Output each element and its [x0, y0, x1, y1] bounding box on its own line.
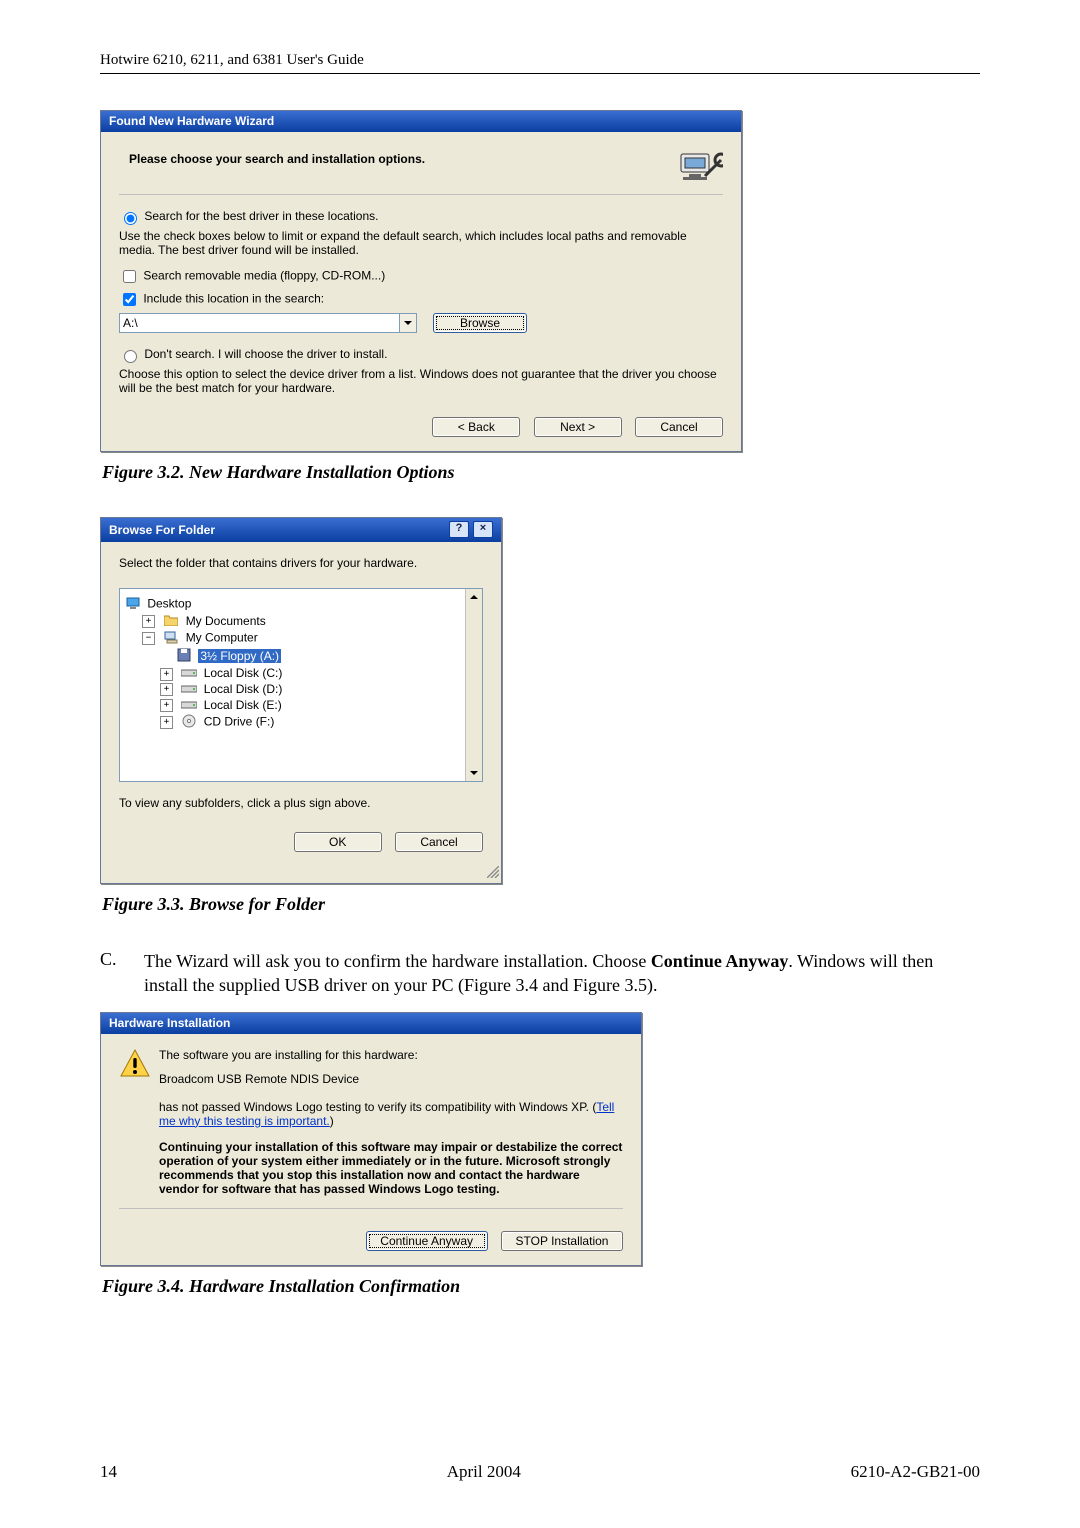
wizard-title: Found New Hardware Wizard [109, 114, 274, 128]
tree-node-mycomputer[interactable]: − My Computer [124, 630, 478, 647]
ok-button[interactable]: OK [294, 832, 382, 852]
bff-titlebar: Browse For Folder ? × [101, 518, 501, 542]
bff-title: Browse For Folder [109, 523, 215, 537]
chevron-down-icon[interactable] [399, 313, 417, 333]
step-text: The Wizard will ask you to confirm the h… [144, 951, 651, 971]
tree-node-cd[interactable]: + CD Drive (F:) [124, 714, 478, 731]
expand-icon[interactable]: + [142, 615, 155, 628]
continue-anyway-button[interactable]: Continue Anyway [366, 1231, 488, 1251]
step-c: C. The Wizard will ask you to confirm th… [100, 949, 980, 998]
hardware-installation-dialog: Hardware Installation The software you a… [100, 1012, 642, 1266]
tree-label-selected: 3½ Floppy (A:) [198, 649, 281, 663]
checkbox-search-removable-label: Search removable media (floppy, CD-ROM..… [143, 269, 385, 283]
location-combo[interactable] [119, 313, 417, 333]
browse-button[interactable]: Browse [433, 313, 527, 333]
radio-search-locations[interactable] [124, 212, 137, 225]
page-date: April 2004 [447, 1462, 521, 1482]
folder-icon [162, 614, 180, 629]
cancel-button[interactable]: Cancel [635, 417, 723, 437]
bff-hint: To view any subfolders, click a plus sig… [119, 796, 483, 810]
back-button[interactable]: < Back [432, 417, 520, 437]
drive-icon [180, 667, 198, 681]
tree-node-c[interactable]: + Local Disk (C:) [124, 666, 478, 681]
next-button[interactable]: Next > [534, 417, 622, 437]
radio-dont-search[interactable] [124, 350, 137, 363]
drive-icon [180, 683, 198, 697]
folder-tree[interactable]: Desktop + My Documents − M [119, 588, 483, 782]
figure-3-4-caption: Figure 3.4. Hardware Installation Confir… [102, 1276, 980, 1297]
scroll-up-icon[interactable] [466, 589, 482, 605]
tree-label: Desktop [147, 597, 191, 611]
hardware-icon [675, 146, 723, 194]
wizard-titlebar: Found New Hardware Wizard [101, 111, 741, 132]
hwi-titlebar: Hardware Installation [101, 1013, 641, 1034]
resize-grip-icon[interactable] [487, 867, 499, 881]
tree-node-e[interactable]: + Local Disk (E:) [124, 698, 478, 713]
bff-prompt: Select the folder that contains drivers … [119, 556, 483, 570]
hwi-title: Hardware Installation [109, 1016, 230, 1030]
header-rule [100, 73, 980, 74]
tree-label: Local Disk (D:) [204, 682, 283, 696]
help-button-icon[interactable]: ? [449, 521, 469, 538]
step-bold: Continue Anyway [651, 951, 789, 971]
radio-search-locations-label: Search for the best driver in these loca… [144, 209, 378, 223]
page-footer: 14 April 2004 6210-A2-GB21-00 [100, 1462, 980, 1482]
scroll-down-icon[interactable] [466, 765, 482, 781]
hwi-device-name: Broadcom USB Remote NDIS Device [159, 1072, 623, 1086]
tree-node-mydocuments[interactable]: + My Documents [124, 614, 478, 629]
expand-icon[interactable]: + [160, 668, 173, 681]
expand-icon[interactable]: + [160, 699, 173, 712]
dont-search-help-text: Choose this option to select the device … [119, 367, 723, 395]
hwi-line1: The software you are installing for this… [159, 1048, 623, 1062]
figure-3-2-caption: Figure 3.2. New Hardware Installation Op… [102, 462, 980, 483]
tree-label: Local Disk (C:) [204, 666, 283, 680]
found-new-hardware-wizard: Found New Hardware Wizard Please choose … [100, 110, 742, 452]
cd-drive-icon [180, 714, 198, 731]
wizard-heading: Please choose your search and installati… [119, 146, 723, 190]
computer-icon [162, 630, 180, 647]
search-help-text: Use the check boxes below to limit or ex… [119, 229, 723, 257]
expand-icon[interactable]: + [160, 683, 173, 696]
browse-for-folder-dialog: Browse For Folder ? × Select the folder … [100, 517, 502, 884]
tree-node-desktop[interactable]: Desktop [124, 596, 478, 613]
stop-installation-button[interactable]: STOP Installation [501, 1231, 623, 1251]
hwi-logo-text: has not passed Windows Logo testing to v… [159, 1100, 623, 1128]
figure-3-3-caption: Figure 3.3. Browse for Folder [102, 894, 980, 915]
step-body: The Wizard will ask you to confirm the h… [144, 949, 980, 998]
expand-icon[interactable]: + [160, 716, 173, 729]
tree-label: My Documents [186, 614, 266, 628]
tree-node-d[interactable]: + Local Disk (D:) [124, 682, 478, 697]
drive-icon [180, 699, 198, 713]
tree-label: My Computer [186, 631, 258, 645]
desktop-icon [124, 596, 142, 613]
close-icon[interactable]: × [473, 521, 493, 538]
scrollbar[interactable] [465, 589, 482, 781]
radio-dont-search-label: Don't search. I will choose the driver t… [144, 347, 387, 361]
hwi-warning-block: Continuing your installation of this sof… [159, 1140, 623, 1196]
tree-node-floppy[interactable]: 3½ Floppy (A:) [124, 648, 478, 665]
collapse-icon[interactable]: − [142, 632, 155, 645]
checkbox-include-location-label: Include this location in the search: [143, 292, 324, 306]
cancel-button[interactable]: Cancel [395, 832, 483, 852]
location-input[interactable] [119, 313, 399, 333]
tree-label: Local Disk (E:) [204, 698, 282, 712]
page-number: 14 [100, 1462, 117, 1482]
floppy-icon [175, 648, 193, 665]
warning-icon [119, 1048, 159, 1196]
doc-number: 6210-A2-GB21-00 [851, 1462, 980, 1482]
running-head: Hotwire 6210, 6211, and 6381 User's Guid… [100, 52, 980, 69]
checkbox-include-location[interactable] [123, 293, 136, 306]
checkbox-search-removable[interactable] [123, 270, 136, 283]
step-marker: C. [100, 949, 144, 998]
tree-label: CD Drive (F:) [204, 714, 275, 728]
